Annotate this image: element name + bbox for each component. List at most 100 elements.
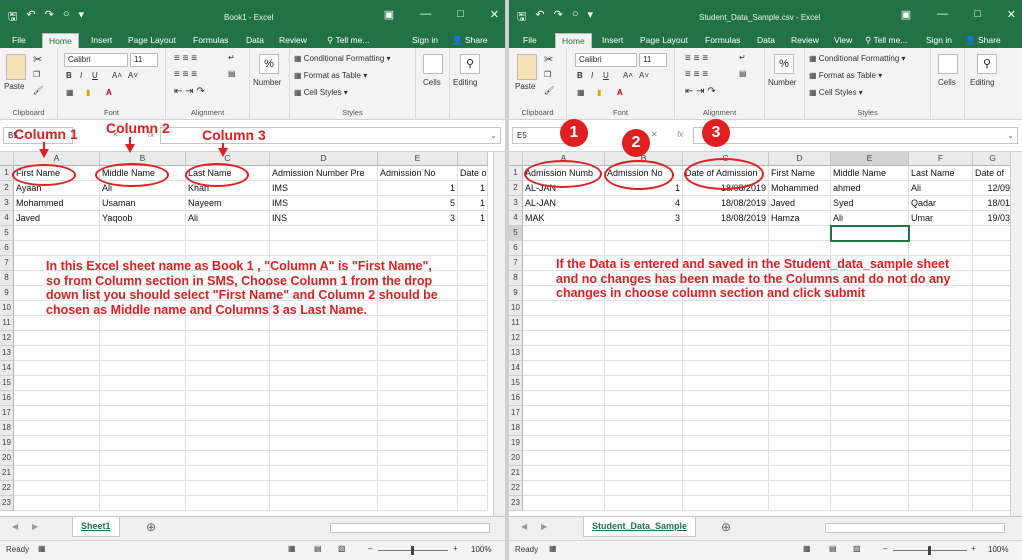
empty-cell[interactable] [523, 391, 605, 406]
empty-cell[interactable] [14, 226, 100, 241]
row-header[interactable]: 2 [0, 181, 14, 196]
data-cell[interactable]: 1 [458, 181, 488, 196]
empty-cell[interactable] [523, 346, 605, 361]
empty-cell[interactable] [769, 226, 831, 241]
empty-cell[interactable] [973, 271, 1013, 286]
data-cell[interactable]: 1 [378, 181, 458, 196]
empty-cell[interactable] [458, 421, 488, 436]
macro-icon[interactable]: ▦ [549, 544, 557, 553]
borders-icon[interactable]: ▦ [577, 88, 585, 97]
tab-view[interactable]: View [834, 35, 852, 45]
cells-icon[interactable] [423, 54, 443, 74]
sign-in-link[interactable]: Sign in [412, 35, 438, 45]
empty-cell[interactable] [909, 316, 973, 331]
empty-cell[interactable] [100, 406, 186, 421]
indent-icon[interactable]: ⇤ ⇥ ↷ [174, 86, 205, 97]
row-header[interactable]: 2 [509, 181, 523, 196]
empty-cell[interactable] [14, 376, 100, 391]
search-icon[interactable]: ⚲ [977, 54, 997, 74]
empty-cell[interactable] [14, 406, 100, 421]
empty-cell[interactable] [769, 361, 831, 376]
empty-cell[interactable] [523, 301, 605, 316]
conditional-formatting-button[interactable]: ▦ Conditional Formatting ▾ [294, 54, 391, 63]
empty-cell[interactable] [683, 466, 769, 481]
header-cell[interactable]: Date of [458, 166, 488, 181]
empty-cell[interactable] [769, 481, 831, 496]
empty-cell[interactable] [683, 241, 769, 256]
sign-in-link[interactable]: Sign in [926, 35, 952, 45]
empty-cell[interactable] [523, 421, 605, 436]
empty-cell[interactable] [14, 451, 100, 466]
row-header[interactable]: 16 [0, 391, 14, 406]
empty-cell[interactable] [605, 406, 683, 421]
empty-cell[interactable] [378, 436, 458, 451]
tab-data[interactable]: Data [757, 35, 775, 45]
cell-styles-button[interactable]: ▦ Cell Styles ▾ [809, 88, 863, 97]
empty-cell[interactable] [270, 451, 378, 466]
data-cell[interactable]: MAK [523, 211, 605, 226]
row-header[interactable]: 10 [509, 301, 523, 316]
empty-cell[interactable] [186, 436, 270, 451]
empty-cell[interactable] [831, 376, 909, 391]
empty-cell[interactable] [605, 451, 683, 466]
empty-cell[interactable] [100, 241, 186, 256]
undo-icon[interactable]: ↶ [535, 8, 544, 27]
empty-cell[interactable] [831, 466, 909, 481]
close-icon[interactable]: ✕ [1007, 8, 1016, 21]
row-header[interactable]: 14 [0, 361, 14, 376]
empty-cell[interactable] [605, 421, 683, 436]
tab-home[interactable]: Home [555, 33, 592, 48]
row-header[interactable]: 12 [0, 331, 14, 346]
empty-cell[interactable] [683, 451, 769, 466]
empty-cell[interactable] [378, 346, 458, 361]
fill-color-icon[interactable]: ▮ [86, 88, 90, 97]
data-cell[interactable]: 1 [458, 196, 488, 211]
font-grow-icon[interactable]: A˄ [623, 71, 633, 80]
empty-cell[interactable] [909, 436, 973, 451]
empty-cell[interactable] [973, 361, 1013, 376]
tab-file[interactable]: File [523, 35, 537, 45]
empty-cell[interactable] [186, 421, 270, 436]
empty-cell[interactable] [973, 421, 1013, 436]
empty-cell[interactable] [523, 481, 605, 496]
empty-cell[interactable] [769, 421, 831, 436]
empty-cell[interactable] [378, 466, 458, 481]
row-header[interactable]: 6 [509, 241, 523, 256]
empty-cell[interactable] [378, 316, 458, 331]
empty-cell[interactable] [973, 391, 1013, 406]
ribbon-display-icon[interactable]: ▣ [901, 8, 911, 21]
empty-cell[interactable] [605, 361, 683, 376]
empty-cell[interactable] [523, 451, 605, 466]
font-shrink-icon[interactable]: A˅ [128, 71, 138, 80]
empty-cell[interactable] [769, 241, 831, 256]
empty-cell[interactable] [100, 481, 186, 496]
empty-cell[interactable] [378, 421, 458, 436]
empty-cell[interactable] [270, 346, 378, 361]
row-header[interactable]: 17 [0, 406, 14, 421]
row-header[interactable]: 17 [509, 406, 523, 421]
data-cell[interactable]: 3 [378, 211, 458, 226]
column-header-f[interactable]: F [909, 152, 973, 166]
cut-icon[interactable]: ✂ [544, 53, 553, 66]
empty-cell[interactable] [14, 316, 100, 331]
tab-page-layout[interactable]: Page Layout [128, 35, 176, 45]
add-sheet-icon[interactable]: ⊕ [146, 520, 156, 534]
select-all-corner[interactable] [509, 152, 523, 166]
empty-cell[interactable] [523, 331, 605, 346]
empty-cell[interactable] [378, 406, 458, 421]
empty-cell[interactable] [769, 406, 831, 421]
empty-cell[interactable] [683, 361, 769, 376]
empty-cell[interactable] [605, 391, 683, 406]
data-cell[interactable]: Ali [831, 211, 909, 226]
empty-cell[interactable] [100, 466, 186, 481]
italic-icon[interactable]: I [591, 71, 593, 80]
empty-cell[interactable] [831, 451, 909, 466]
empty-cell[interactable] [909, 451, 973, 466]
empty-cell[interactable] [186, 481, 270, 496]
empty-cell[interactable] [186, 331, 270, 346]
empty-cell[interactable] [100, 226, 186, 241]
tab-review[interactable]: Review [791, 35, 819, 45]
empty-cell[interactable] [973, 226, 1013, 241]
data-cell[interactable]: INS [270, 211, 378, 226]
column-header-g[interactable]: G [973, 152, 1013, 166]
